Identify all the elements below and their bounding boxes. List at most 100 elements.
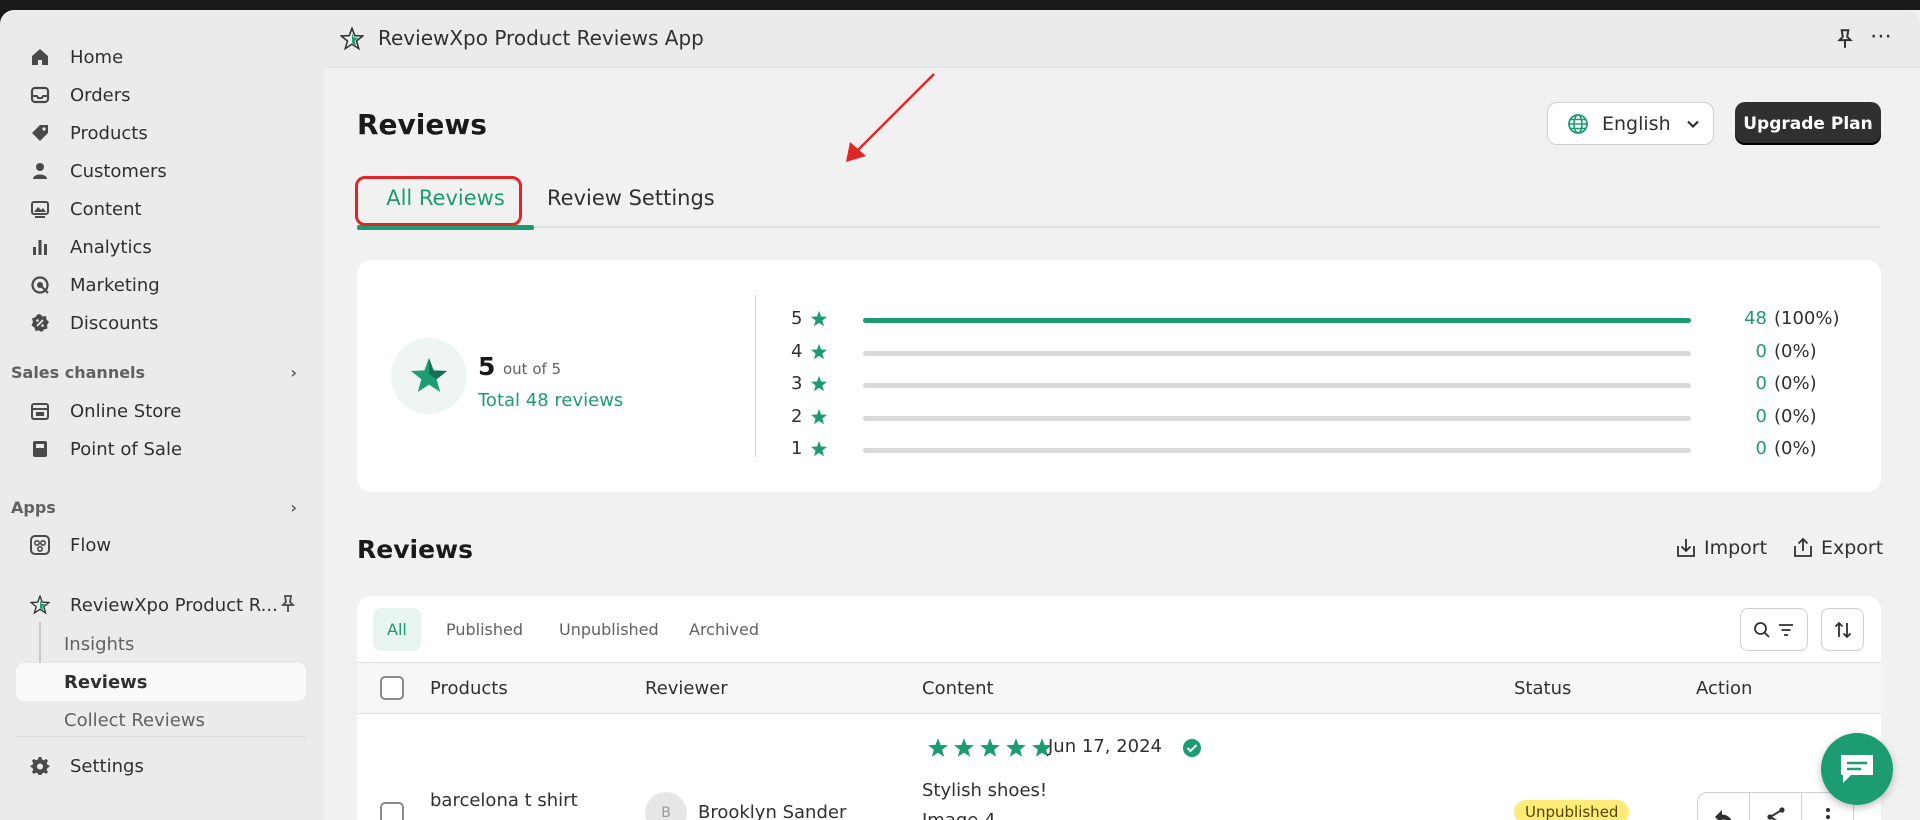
sidebar-item-point-of-sale[interactable]: Point of Sale [16,432,306,466]
sidebar-item-orders[interactable]: Orders [16,78,306,112]
upgrade-plan-button[interactable]: Upgrade Plan [1735,102,1881,145]
rating-summary-card: 5 out of 5 Total 48 reviews 5 48 (100%) … [357,260,1881,492]
star-icon [411,358,447,392]
highlight-box [355,176,522,226]
star-icon [810,343,828,360]
reviewer-name: Brooklyn Sander [698,802,847,820]
tab-label: Review Settings [547,186,715,210]
sidebar-subitem-insights[interactable]: Insights [16,625,306,663]
sidebar-item-marketing[interactable]: Marketing [16,268,306,302]
star-icon [810,408,828,425]
language-label: English [1602,112,1671,135]
sidebar-item-analytics[interactable]: Analytics [16,230,306,264]
import-icon [1677,539,1695,557]
sidebar-item-customers[interactable]: Customers [16,154,306,188]
sidebar-item-label: Content [70,198,142,220]
person-icon [28,159,52,183]
language-selector[interactable]: English [1547,102,1714,145]
star-icon [954,738,974,757]
filter-icon [1779,623,1793,636]
home-icon [28,45,52,69]
sidebar-item-reviewxpo[interactable]: ReviewXpo Product R... [16,588,306,622]
review-title: Stylish shoes! [922,780,1048,801]
sidebar-item-label: ReviewXpo Product R... [70,594,278,616]
target-icon [28,273,52,297]
pin-icon[interactable] [278,594,298,618]
rating-stars: 2 [791,406,803,427]
tab-review-settings[interactable]: Review Settings [547,168,715,228]
sidebar-item-home[interactable]: Home [16,40,306,74]
sidebar-subitem-collect-reviews[interactable]: Collect Reviews [16,701,306,739]
section-title: Sales channels [11,362,146,382]
sidebar-item-products[interactable]: Products [16,116,306,150]
sidebar-item-content[interactable]: Content [16,192,306,226]
column-header-products: Products [430,678,508,699]
column-header-reviewer: Reviewer [645,678,728,699]
filter-tab-unpublished[interactable]: Unpublished [545,608,673,651]
sidebar-item-label: Flow [70,534,112,556]
sidebar-subitem-label: Collect Reviews [64,709,205,731]
status-badge: Unpublished [1514,800,1630,820]
sidebar-item-discounts[interactable]: Discounts [16,306,306,340]
reply-button[interactable] [1698,793,1750,820]
more-vertical-icon [1825,808,1830,819]
more-options-icon[interactable]: ⋯ [1870,24,1893,49]
discount-icon [28,311,52,335]
star-icon [980,738,1000,757]
tag-icon [28,121,52,145]
select-all-checkbox[interactable] [380,676,404,700]
filter-tab-archived[interactable]: Archived [675,608,773,651]
filter-tab-all[interactable]: All [373,608,421,651]
reviewxpo-logo-icon [339,25,365,51]
sidebar-item-flow[interactable]: Flow [16,528,306,562]
sidebar-item-label: Marketing [70,274,160,296]
sidebar-subitem-reviews[interactable]: Reviews [16,663,306,701]
image-icon [28,197,52,221]
review-stars [927,737,1053,759]
rating-badge [391,338,467,414]
column-header-status: Status [1514,678,1572,699]
rating-count: 0 [1755,406,1767,427]
apps-section[interactable]: Apps › [11,493,301,521]
reviews-table-card: All Published Unpublished Archived Produ… [357,596,1881,820]
sidebar-item-settings[interactable]: Settings [16,749,306,783]
tab-all-reviews[interactable]: All Reviews [355,168,534,230]
sort-button[interactable] [1821,608,1864,651]
rating-count: 48 [1744,308,1767,329]
product-name[interactable]: barcelona t shirt [430,790,578,811]
divider [755,295,756,457]
rating-count: 0 [1755,373,1767,394]
import-button[interactable]: Import [1674,533,1767,563]
rating-bar [863,448,1691,453]
pin-icon[interactable] [1834,28,1856,50]
search-icon [1754,621,1770,638]
export-button[interactable]: Export [1791,533,1883,563]
chat-button[interactable] [1821,733,1893,805]
table-row[interactable]: barcelona t shirt B Brooklyn Sander Jun … [357,714,1881,820]
top-bar [0,0,1920,10]
search-filter-button[interactable] [1740,608,1808,651]
tabs: All Reviews Review Settings [355,168,1881,230]
sidebar-item-label: Home [70,46,124,68]
sidebar-item-online-store[interactable]: Online Store [16,394,306,428]
export-icon [1794,537,1812,557]
main-content: ReviewXpo Product Reviews App ⋯ Reviews … [324,10,1920,820]
page-title: Reviews [357,108,487,141]
sidebar-divider [16,736,306,737]
star-icon [810,440,828,457]
rating-percent: (0%) [1774,406,1817,427]
store-icon [28,399,52,423]
share-button[interactable] [1750,793,1802,820]
filter-tab-published[interactable]: Published [432,608,537,651]
export-label: Export [1821,537,1884,559]
globe-icon [1566,112,1590,136]
row-checkbox[interactable] [380,802,404,820]
sales-channels-section[interactable]: Sales channels › [11,358,301,386]
avatar: B [645,792,687,820]
column-header-content: Content [922,678,994,699]
star-icon [1006,738,1026,757]
rating-stars: 5 [791,308,803,329]
share-icon [1766,807,1785,820]
rating-row-4: 4 0 (0%) [791,341,1841,365]
review-content-line: Image 4 [922,810,996,820]
